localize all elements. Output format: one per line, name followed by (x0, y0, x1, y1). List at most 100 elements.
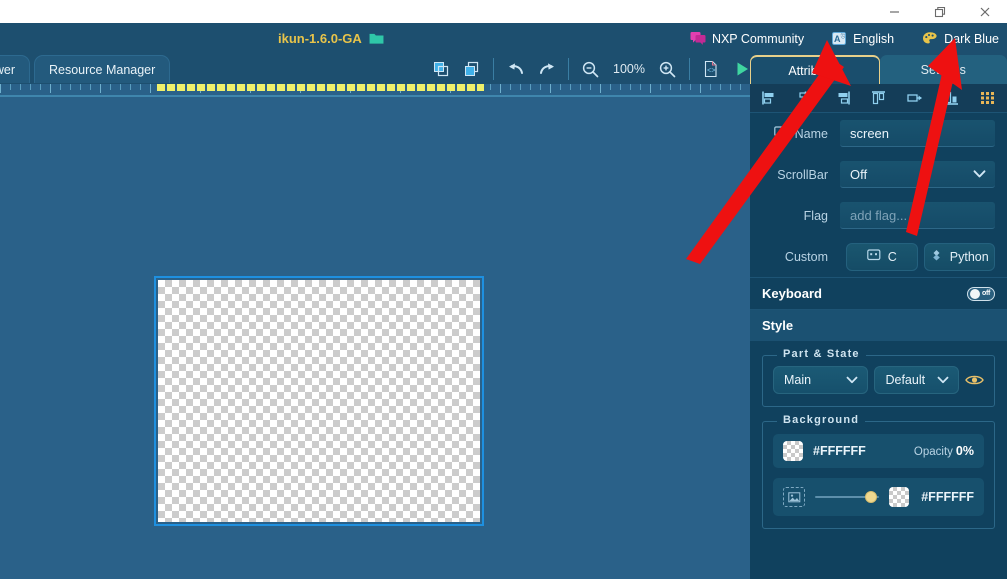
align-left-icon[interactable] (756, 86, 783, 110)
tab-viewer-label: Viewer (0, 62, 15, 77)
language-label: English (853, 31, 895, 46)
zoom-in-button[interactable] (652, 54, 683, 84)
background-color-swatch[interactable] (783, 441, 803, 461)
window-maximize-button[interactable] (917, 0, 962, 23)
eye-icon[interactable] (965, 373, 984, 387)
keyboard-toggle-knob (970, 288, 980, 299)
chevron-down-icon-state (937, 373, 949, 387)
align-middle-vertical-icon[interactable] (901, 86, 928, 110)
tab-settings[interactable]: Settings (879, 55, 1007, 84)
app-header: ikun-1.6.0-GA NXP Community A উ English … (0, 23, 1007, 54)
keyboard-toggle-state: off (982, 290, 991, 297)
copy-button[interactable] (425, 54, 456, 84)
tab-viewer[interactable]: Viewer (0, 55, 30, 83)
state-value: Default (885, 373, 926, 387)
align-bottom-icon[interactable] (938, 86, 965, 110)
grid-layout-icon[interactable] (974, 86, 1001, 110)
toolbar-divider-3 (688, 58, 690, 80)
attributes-panel: Name screen ScrollBar Off Flag add flag.… (750, 84, 1007, 579)
background-gradient-slider[interactable] (815, 490, 880, 504)
tab-resource-manager[interactable]: Resource Manager (33, 55, 171, 83)
part-select[interactable]: Main (773, 366, 869, 394)
align-top-icon[interactable] (865, 86, 892, 110)
scrollbar-select[interactable]: Off (840, 161, 995, 188)
name-label-group: Name (750, 125, 840, 142)
flag-input[interactable]: add flag... (840, 202, 995, 229)
flag-label: Flag (803, 208, 828, 223)
scrollbar-label: ScrollBar (777, 167, 828, 182)
align-center-horizontal-icon[interactable] (792, 86, 819, 110)
palette-icon (922, 31, 938, 46)
toolbar-buttons: 100% <> (425, 54, 758, 84)
custom-label: Custom (784, 249, 828, 264)
style-label: Style (762, 318, 794, 333)
theme-label: Dark Blue (944, 31, 999, 46)
row-name: Name screen (750, 113, 1007, 154)
theme-selector[interactable]: Dark Blue (922, 31, 999, 46)
nxp-community-link[interactable]: NXP Community (690, 31, 804, 46)
folder-icon[interactable] (369, 32, 384, 45)
tab-settings-label: Settings (920, 62, 966, 77)
design-canvas[interactable] (0, 84, 750, 579)
background-legend: Background (777, 414, 866, 426)
toolbar-divider-2 (568, 58, 569, 80)
state-select[interactable]: Default (874, 366, 959, 394)
background-gradient-hex: #FFFFFF (921, 490, 974, 504)
header-links: NXP Community A উ English Dark Blue (690, 23, 999, 54)
tab-attributes-label: Attributes (788, 63, 842, 78)
row-flag: Flag add flag... (750, 195, 1007, 236)
style-section-header[interactable]: Style (750, 309, 1007, 341)
svg-text:<>: <> (707, 68, 715, 76)
language-selector[interactable]: A উ English (832, 31, 894, 46)
custom-python-button[interactable]: Python (923, 242, 995, 271)
redo-button[interactable] (531, 54, 562, 84)
keyboard-label: Keyboard (762, 286, 822, 301)
part-value: Main (784, 373, 812, 387)
row-custom: Custom C Python (750, 236, 1007, 277)
zoom-out-button[interactable] (575, 54, 606, 84)
alignment-toolbar (750, 84, 1007, 113)
nxp-community-label: NXP Community (711, 31, 805, 46)
os-title-bar (0, 0, 1007, 23)
opacity-label: Opacity (913, 446, 953, 458)
background-gradient-swatch[interactable] (889, 487, 910, 507)
screen-transparent-surface[interactable] (158, 280, 480, 522)
keyboard-section-header[interactable]: Keyboard off (750, 277, 1007, 309)
part-state-legend: Part & State (777, 348, 866, 360)
name-value: screen (850, 125, 890, 141)
slider-knob[interactable] (865, 491, 878, 503)
window-minimize-button[interactable] (872, 0, 917, 23)
custom-c-button[interactable]: C (846, 242, 918, 271)
part-state-group: Part & State Main Default (762, 348, 995, 407)
background-color-hex: #FFFFFF (813, 444, 866, 458)
svg-text:উ: উ (840, 33, 846, 41)
undo-button[interactable] (500, 54, 531, 84)
chevron-down-icon-part (846, 373, 858, 387)
background-color-row[interactable]: #FFFFFF Opacity 0% (773, 434, 984, 468)
paste-button[interactable] (456, 54, 487, 84)
toolbar-divider (493, 58, 494, 80)
project-title: ikun-1.6.0-GA (278, 23, 384, 54)
right-panel-tabs: Attributes Settings (750, 55, 1007, 84)
chevron-down-icon (973, 167, 986, 182)
part-state-row: Main Default (773, 366, 984, 394)
horizontal-ruler[interactable] (0, 84, 750, 97)
python-icon (930, 249, 943, 265)
tab-attributes[interactable]: Attributes (750, 55, 880, 84)
background-opacity[interactable]: Opacity 0% (914, 444, 974, 458)
monitor-icon (773, 125, 789, 142)
tab-resource-manager-label: Resource Manager (48, 62, 156, 77)
translate-icon: A উ (832, 31, 847, 46)
name-input[interactable]: screen (840, 120, 995, 147)
screen-widget-selection[interactable] (154, 276, 484, 526)
background-image-row[interactable]: #FFFFFF (773, 478, 984, 516)
scrollbar-value: Off (850, 166, 868, 182)
zoom-level-label[interactable]: 100% (606, 62, 652, 76)
window-close-button[interactable] (962, 0, 1007, 23)
code-button[interactable]: <> (696, 54, 727, 84)
c-code-icon (866, 249, 881, 264)
align-right-icon[interactable] (829, 86, 856, 110)
image-placeholder-icon[interactable] (783, 487, 805, 507)
background-group: Background #FFFFFF Opacity 0% #FFFFFF (762, 414, 995, 529)
keyboard-toggle[interactable]: off (967, 286, 995, 301)
